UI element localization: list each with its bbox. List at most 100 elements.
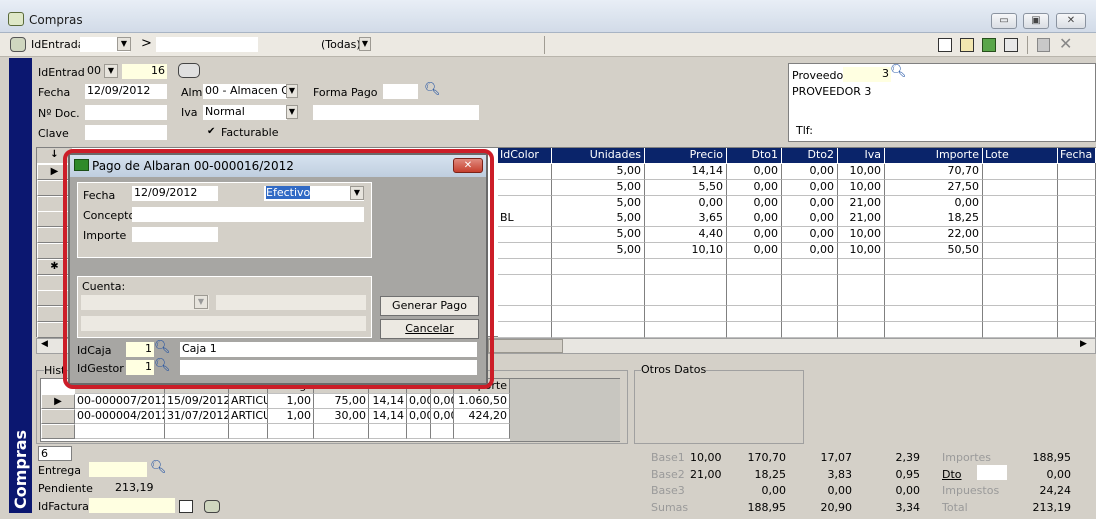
historial-cell[interactable]: 75,00 [314, 394, 369, 409]
grid-cell[interactable] [885, 306, 983, 323]
historial-cell[interactable]: 0,00 [431, 409, 454, 424]
grid-cell[interactable]: 3,65 [645, 211, 727, 228]
edit-icon[interactable] [960, 38, 974, 52]
grid-cell[interactable]: 0,00 [727, 211, 782, 228]
grid-cell[interactable]: 0,00 [782, 243, 838, 259]
grid-cell[interactable] [727, 322, 782, 338]
historial-cell[interactable]: ARTICU [229, 409, 268, 424]
grid-cell[interactable] [727, 306, 782, 323]
grid-cell[interactable] [983, 227, 1058, 244]
grid-cell[interactable] [552, 322, 645, 338]
grid-cell[interactable]: 5,00 [552, 195, 645, 212]
historial-cell[interactable] [268, 424, 314, 439]
grid-cell[interactable] [498, 195, 552, 212]
grid-cell[interactable] [498, 258, 552, 275]
grid-cell[interactable] [727, 290, 782, 307]
identrada-prefix[interactable]: 00 [85, 64, 105, 79]
grid-cell[interactable] [645, 322, 727, 338]
historial-cell[interactable]: 1.060,50 [454, 394, 510, 409]
historial-cell[interactable] [369, 424, 407, 439]
nav-next-button[interactable]: > [141, 36, 152, 51]
historial-cell[interactable]: 15/09/2012 [165, 394, 229, 409]
historial-cell[interactable]: 0,00 [407, 409, 431, 424]
iva-select[interactable]: Normal [203, 105, 287, 120]
grid-cell[interactable] [1058, 322, 1096, 338]
grid-cell[interactable]: 0,00 [727, 243, 782, 259]
grid-cell[interactable]: 14,14 [645, 164, 727, 180]
historial-cell[interactable] [75, 424, 165, 439]
grid-cell[interactable] [838, 274, 885, 291]
save-icon[interactable] [1037, 38, 1050, 52]
accept-icon[interactable] [982, 38, 996, 52]
historial-cell[interactable]: ARTICU [229, 394, 268, 409]
proveedor-number[interactable]: 3 [843, 67, 891, 82]
historial-cell[interactable]: 14,14 [369, 394, 407, 409]
grid-cell[interactable] [983, 243, 1058, 259]
chevron-down-icon[interactable]: ▼ [117, 37, 131, 51]
grid-cell[interactable] [1058, 227, 1096, 244]
grid-cell[interactable] [885, 274, 983, 291]
grid-cell[interactable]: 4,40 [645, 227, 727, 244]
toolbar-search-input[interactable] [156, 37, 258, 52]
grid-cell[interactable] [782, 274, 838, 291]
grid-cell[interactable] [983, 195, 1058, 212]
grid-cell[interactable] [498, 290, 552, 307]
grid-cell[interactable] [645, 306, 727, 323]
row-indicator[interactable] [41, 424, 75, 439]
grid-cell[interactable] [552, 290, 645, 307]
grid-cell[interactable] [645, 274, 727, 291]
grid-cell[interactable]: 5,00 [552, 179, 645, 196]
grid-cell[interactable]: 50,50 [885, 243, 983, 259]
grid-cell[interactable] [645, 258, 727, 275]
grid-cell[interactable]: 22,00 [885, 227, 983, 244]
scroll-right-icon[interactable]: ▶ [1080, 339, 1087, 349]
preview-icon[interactable] [1004, 38, 1018, 52]
alm-select[interactable]: 00 - Almacen Gei [203, 84, 287, 99]
search-icon[interactable]: 🔍︎ [150, 460, 167, 475]
grid-cell[interactable] [983, 211, 1058, 228]
grid-cell[interactable] [498, 274, 552, 291]
historial-cell[interactable] [454, 424, 510, 439]
identrada-number[interactable]: 16 [122, 64, 167, 79]
grid-cell[interactable]: 5,00 [552, 243, 645, 259]
grid-cell[interactable] [983, 274, 1058, 291]
row-indicator[interactable] [41, 409, 75, 424]
grid-cell[interactable] [983, 258, 1058, 275]
grid-cell[interactable] [983, 322, 1058, 338]
grid-cell[interactable]: 5,00 [552, 227, 645, 244]
grid-cell[interactable] [498, 179, 552, 196]
ndoc-input[interactable] [85, 105, 167, 120]
scroll-left-icon[interactable]: ◀ [41, 339, 48, 349]
historial-cell[interactable]: 00-000007/2012 [75, 394, 165, 409]
clave-input[interactable] [85, 125, 167, 140]
historial-cell[interactable]: 424,20 [454, 409, 510, 424]
historial-cell[interactable]: 0,00 [431, 394, 454, 409]
grid-cell[interactable]: 10,00 [838, 227, 885, 244]
historial-cell[interactable]: 0,00 [407, 394, 431, 409]
grid-cell[interactable] [552, 306, 645, 323]
grid-cell[interactable] [983, 164, 1058, 180]
grid-cell[interactable]: 0,00 [885, 195, 983, 212]
grid-cell[interactable] [498, 243, 552, 259]
grid-cell[interactable] [782, 322, 838, 338]
fecha-input[interactable]: 12/09/2012 [85, 84, 167, 99]
grid-header-cell[interactable]: Dto2 [782, 148, 838, 163]
grid-cell[interactable] [983, 179, 1058, 196]
grid-cell[interactable] [1058, 243, 1096, 259]
filter-select[interactable]: (Todas) [321, 38, 361, 51]
idfactura-input[interactable] [89, 498, 175, 513]
cancel-icon[interactable]: ✕ [1059, 34, 1072, 53]
historial-cell[interactable]: 14,14 [369, 409, 407, 424]
grid-cell[interactable]: 0,00 [727, 195, 782, 212]
report-icon[interactable] [179, 500, 193, 513]
historial-cell[interactable]: 31/07/2012 [165, 409, 229, 424]
grid-cell[interactable]: 0,00 [727, 179, 782, 196]
historial-cell[interactable] [407, 424, 431, 439]
grid-cell[interactable] [885, 290, 983, 307]
grid-cell[interactable]: 10,00 [838, 164, 885, 180]
grid-cell[interactable] [983, 290, 1058, 307]
historial-cell[interactable]: 30,00 [314, 409, 369, 424]
grid-cell[interactable]: 18,25 [885, 211, 983, 228]
facturable-checkbox[interactable]: ✔ [207, 126, 215, 137]
grid-cell[interactable]: BL [498, 211, 552, 228]
